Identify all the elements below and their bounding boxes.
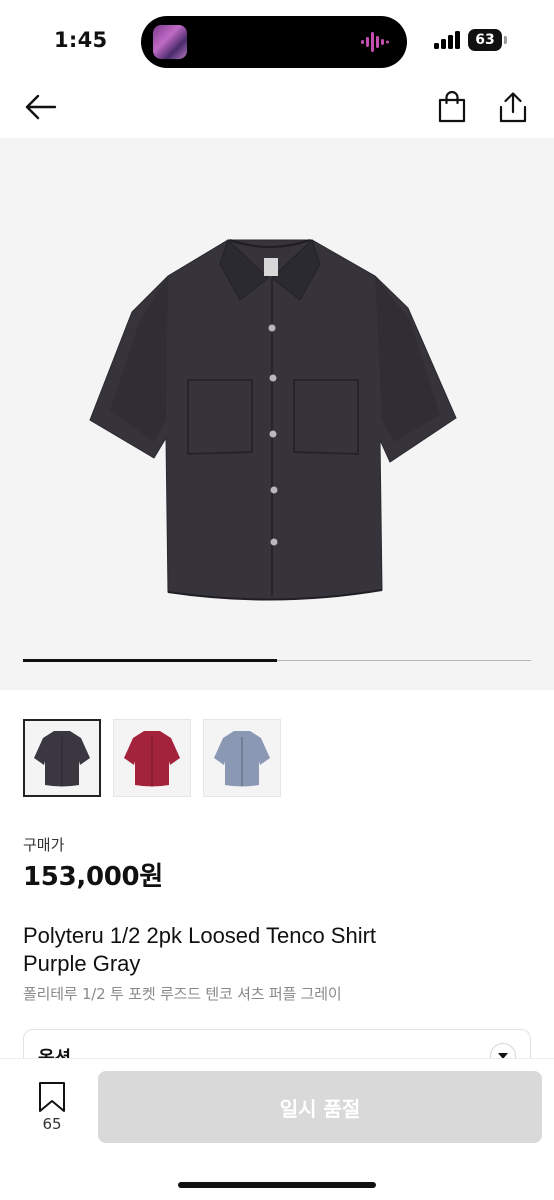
wishlist-button[interactable]: 65 — [24, 1079, 80, 1139]
sold-out-button[interactable]: 일시 품절 — [98, 1071, 542, 1143]
thumbnail-burgundy[interactable] — [113, 719, 191, 797]
product-image — [89, 239, 457, 601]
dynamic-island[interactable] — [141, 16, 407, 68]
shopping-bag-icon — [438, 91, 466, 123]
audio-waveform-icon — [361, 31, 391, 53]
now-playing-artwork — [153, 25, 187, 59]
share-icon — [499, 92, 527, 123]
product-title-line1: Polyteru 1/2 2pk Loosed Tenco Shirt — [23, 923, 377, 948]
thumbnail-shirt-image — [34, 731, 90, 787]
product-title: Polyteru 1/2 2pk Loosed Tenco Shirt Purp… — [23, 922, 523, 978]
home-indicator[interactable] — [178, 1182, 376, 1188]
thumbnail-blue-gray[interactable] — [203, 719, 281, 797]
product-subtitle-korean: 폴리테루 1/2 투 포켓 루즈드 텐코 셔츠 퍼플 그레이 — [23, 985, 342, 1003]
bookmark-icon — [39, 1082, 65, 1112]
status-time: 1:45 — [54, 28, 108, 52]
thumbnail-list — [23, 719, 281, 797]
thumbnail-shirt-image — [124, 731, 180, 787]
back-button[interactable] — [18, 84, 62, 130]
battery-icon: 63 — [468, 29, 502, 51]
product-image-gallery[interactable] — [0, 138, 554, 690]
share-button[interactable] — [491, 84, 535, 130]
gallery-progress-track — [23, 659, 531, 662]
gallery-progress-fill — [23, 659, 277, 662]
product-title-line2: Purple Gray — [23, 951, 141, 976]
status-bar: 1:45 63 — [0, 0, 554, 84]
battery-nub — [504, 36, 507, 44]
bottom-action-bar: 65 일시 품절 — [0, 1058, 554, 1200]
top-nav — [0, 84, 554, 138]
thumbnail-shirt-image — [214, 731, 270, 787]
wishlist-count: 65 — [42, 1115, 62, 1133]
arrow-left-icon — [25, 94, 57, 120]
price-label: 구매가 — [23, 836, 65, 854]
price-value: 153,000원 — [23, 862, 163, 892]
cellular-signal-icon — [434, 31, 462, 49]
cart-button[interactable] — [430, 84, 474, 130]
thumbnail-purple-gray[interactable] — [23, 719, 101, 797]
